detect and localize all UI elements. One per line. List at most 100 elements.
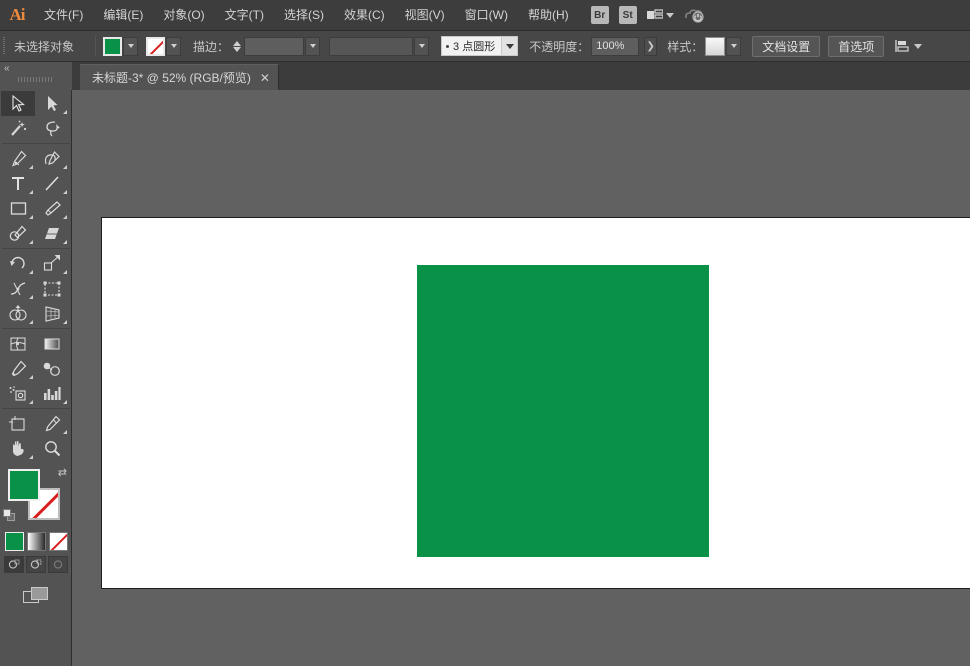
menu-help[interactable]: 帮助(H) <box>519 3 578 27</box>
control-bar-grip[interactable] <box>0 31 8 62</box>
menu-object[interactable]: 对象(O) <box>154 3 213 27</box>
free-transform-tool[interactable] <box>35 276 69 301</box>
free-transform-icon <box>43 281 61 297</box>
swap-fill-stroke-icon[interactable]: ⇄ <box>58 466 67 479</box>
mesh-icon <box>9 336 27 352</box>
width-tool[interactable] <box>1 276 35 301</box>
graphic-style-dropdown[interactable] <box>726 37 741 56</box>
preferences-button[interactable]: 首选项 <box>828 36 884 57</box>
draw-inside-button[interactable] <box>48 556 68 573</box>
color-mode-button[interactable] <box>5 532 24 551</box>
more-tools-corner-icon <box>63 320 67 324</box>
none-mode-button[interactable] <box>49 532 68 551</box>
shape-builder-tool[interactable] <box>1 301 35 326</box>
artboard[interactable] <box>101 217 970 589</box>
paintbrush-tool[interactable] <box>35 196 69 221</box>
selection-tool[interactable] <box>1 91 35 116</box>
stroke-weight-dropdown[interactable] <box>305 37 320 56</box>
more-tools-corner-icon <box>29 400 33 404</box>
document-tab[interactable]: 未标题-3* @ 52% (RGB/预览) ✕ <box>80 64 279 90</box>
menu-window[interactable]: 窗口(W) <box>456 3 517 27</box>
mesh-tool[interactable] <box>1 331 35 356</box>
collapse-panel-button[interactable]: « <box>0 62 72 90</box>
zoom-tool[interactable] <box>35 436 69 461</box>
fill-swatch[interactable] <box>8 469 40 501</box>
blend-tool[interactable] <box>35 356 69 381</box>
perspective-grid-tool[interactable] <box>35 301 69 326</box>
canvas-area[interactable] <box>72 90 970 666</box>
chevron-down-icon <box>419 44 425 48</box>
artboard-tool[interactable] <box>1 411 35 436</box>
change-screen-mode-icon <box>23 587 49 605</box>
selection-arrow-icon <box>11 95 26 112</box>
creative-cloud-button[interactable] <box>684 7 706 23</box>
direct-selection-tool[interactable] <box>35 91 69 116</box>
more-tools-corner-icon <box>63 110 67 114</box>
stroke-style-input[interactable] <box>329 37 413 56</box>
stroke-swatch-dropdown[interactable] <box>166 37 181 56</box>
eraser-tool[interactable] <box>35 221 69 246</box>
close-icon[interactable]: ✕ <box>260 72 270 84</box>
stroke-weight-input[interactable] <box>244 37 304 56</box>
graphic-style-swatch[interactable] <box>705 37 725 56</box>
symbol-sprayer-tool[interactable] <box>1 381 35 406</box>
rectangle-tool[interactable] <box>1 196 35 221</box>
gradient-mode-button[interactable] <box>27 532 46 551</box>
stroke-weight-stepper[interactable] <box>231 41 242 52</box>
divider <box>95 36 96 56</box>
blob-brush-tool[interactable] <box>1 221 35 246</box>
stock-badge[interactable]: St <box>619 6 637 24</box>
symbol-sprayer-icon <box>9 386 27 402</box>
bridge-badge[interactable]: Br <box>591 6 609 24</box>
fill-swatch-dropdown[interactable] <box>123 37 138 56</box>
fill-stroke-indicator: ⇄ <box>0 466 70 528</box>
magic-wand-icon <box>10 120 27 137</box>
rotate-icon <box>9 255 27 272</box>
menu-select[interactable]: 选择(S) <box>275 3 333 27</box>
gradient-tool[interactable] <box>35 331 69 356</box>
fill-color-swatch[interactable] <box>103 37 122 56</box>
menu-file[interactable]: 文件(F) <box>35 3 92 27</box>
type-T-icon <box>11 175 25 192</box>
stroke-style-dropdown[interactable] <box>414 37 429 56</box>
color-mode-buttons <box>0 528 71 551</box>
menu-type[interactable]: 文字(T) <box>216 3 273 27</box>
draw-behind-button[interactable] <box>26 556 46 573</box>
more-tools-corner-icon <box>63 400 67 404</box>
more-tools-corner-icon <box>63 165 67 169</box>
green-rectangle[interactable] <box>417 265 709 557</box>
draw-normal-button[interactable] <box>4 556 24 573</box>
type-tool[interactable] <box>1 171 35 196</box>
opacity-more-button[interactable]: ❯ <box>644 37 657 56</box>
rotate-tool[interactable] <box>1 251 35 276</box>
default-fill-stroke-icon[interactable] <box>3 509 16 522</box>
lasso-tool[interactable] <box>35 116 69 141</box>
change-screen-mode-button[interactable] <box>0 573 71 605</box>
stroke-profile-dropdown[interactable] <box>502 36 518 56</box>
pen-tool[interactable] <box>1 146 35 171</box>
eyedropper-tool[interactable] <box>1 356 35 381</box>
scale-icon <box>43 255 61 272</box>
menu-effect[interactable]: 效果(C) <box>335 3 394 27</box>
slice-tool[interactable] <box>35 411 69 436</box>
column-graph-tool[interactable] <box>35 381 69 406</box>
chevron-down-icon <box>731 44 737 48</box>
scale-tool[interactable] <box>35 251 69 276</box>
stroke-profile-value[interactable]: 3 点圆形 <box>441 36 502 56</box>
more-tools-corner-icon <box>29 165 33 169</box>
arrange-documents-button[interactable] <box>647 8 674 22</box>
hand-tool[interactable] <box>1 436 35 461</box>
opacity-input[interactable]: 100% <box>591 37 639 56</box>
more-tools-corner-icon <box>29 215 33 219</box>
magic-wand-tool[interactable] <box>1 116 35 141</box>
menu-edit[interactable]: 编辑(E) <box>94 3 152 27</box>
paintbrush-icon <box>44 200 61 217</box>
curvature-tool[interactable] <box>35 146 69 171</box>
document-setup-button[interactable]: 文档设置 <box>752 36 820 57</box>
align-selection-button[interactable] <box>894 39 922 53</box>
chevron-down-icon <box>310 44 316 48</box>
menu-view[interactable]: 视图(V) <box>396 3 454 27</box>
line-segment-tool[interactable] <box>35 171 69 196</box>
stroke-color-swatch[interactable] <box>146 37 165 56</box>
document-tab-title: 未标题-3* @ 52% (RGB/预览) <box>92 69 251 86</box>
